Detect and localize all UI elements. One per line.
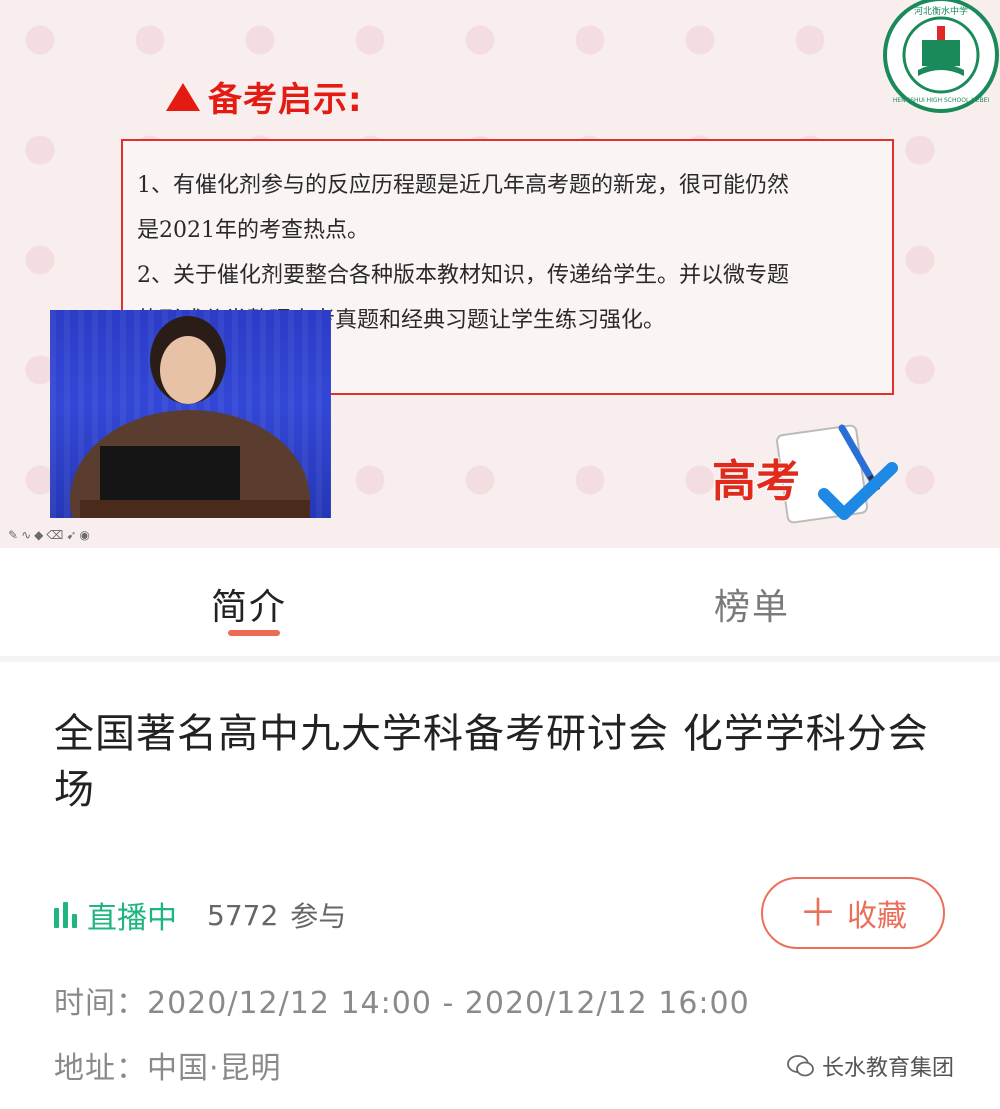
pen-icon[interactable]: ✎: [8, 528, 21, 542]
wechat-icon: [787, 1055, 814, 1077]
live-video-player[interactable]: 备考启示: 1、有催化剂参与的反应历程题是近几年高考题的新宠，很可能仍然 是20…: [0, 0, 1000, 548]
gaokao-badge-text: 高考: [712, 456, 800, 507]
curve-icon[interactable]: ∿: [21, 528, 34, 542]
gaokao-badge: 高考: [711, 424, 902, 524]
slide-line: 1、有催化剂参与的反应历程题是近几年高考题的新宠，很可能仍然: [137, 173, 789, 198]
slide-line: 2、关于催化剂要整合各种版本教材知识，传递给学生。并以微专题: [137, 263, 789, 288]
triangle-icon: [166, 82, 200, 111]
favorite-label: 收藏: [847, 899, 907, 934]
event-time: 时间：2020/12/12 14:00 - 2020/12/12 16:00: [54, 978, 750, 1022]
shape-icon[interactable]: ◆: [34, 528, 46, 542]
live-status: 直播中: [87, 901, 177, 936]
live-signal-icon: [54, 902, 77, 928]
slide-line: 是2021年的考查热点。: [137, 218, 369, 243]
watermark-text: 长水教育集团: [822, 1056, 955, 1081]
school-logo-text: 河北衡水中学: [914, 5, 968, 17]
slide-heading-text: 备考启示:: [208, 80, 363, 120]
tab-intro[interactable]: 简介: [211, 578, 287, 630]
school-logo: 河北衡水中学 HENGSHUI HIGH SCHOOL HEBEI: [883, 0, 999, 113]
event-address: 地址：中国·昆明: [54, 1043, 282, 1087]
tab-ranking[interactable]: 榜单: [714, 578, 790, 630]
participant-count: 5772: [207, 898, 279, 932]
tab-bar: 简介 榜单: [0, 548, 1000, 662]
favorite-button[interactable]: ＋ 收藏: [761, 877, 945, 949]
eraser-icon[interactable]: ⌫: [46, 528, 66, 542]
address-value: 中国·昆明: [147, 1051, 282, 1086]
time-label: 时间：: [54, 986, 147, 1021]
drawing-toolbar[interactable]: ✎∿◆⌫➹◉: [8, 528, 93, 542]
speaker-figure: [70, 316, 310, 518]
participant-label: 参与: [290, 900, 347, 933]
pointer-icon[interactable]: ➹: [66, 528, 79, 542]
live-status-row: 直播中 5772 参与: [54, 895, 347, 936]
school-logo-subtext: HENGSHUI HIGH SCHOOL HEBEI: [893, 97, 990, 104]
slide-heading: 备考启示:: [166, 72, 363, 121]
address-label: 地址：: [54, 1051, 147, 1086]
plus-icon: ＋: [798, 891, 837, 935]
time-value: 2020/12/12 14:00 - 2020/12/12 16:00: [147, 986, 750, 1021]
active-tab-indicator: [228, 630, 280, 636]
speaker-camera-view: [50, 310, 331, 518]
wechat-watermark: 长水教育集团: [786, 1050, 954, 1082]
record-icon[interactable]: ◉: [79, 528, 92, 542]
event-title: 全国著名高中九大学科备考研讨会 化学学科分会场: [54, 711, 929, 813]
